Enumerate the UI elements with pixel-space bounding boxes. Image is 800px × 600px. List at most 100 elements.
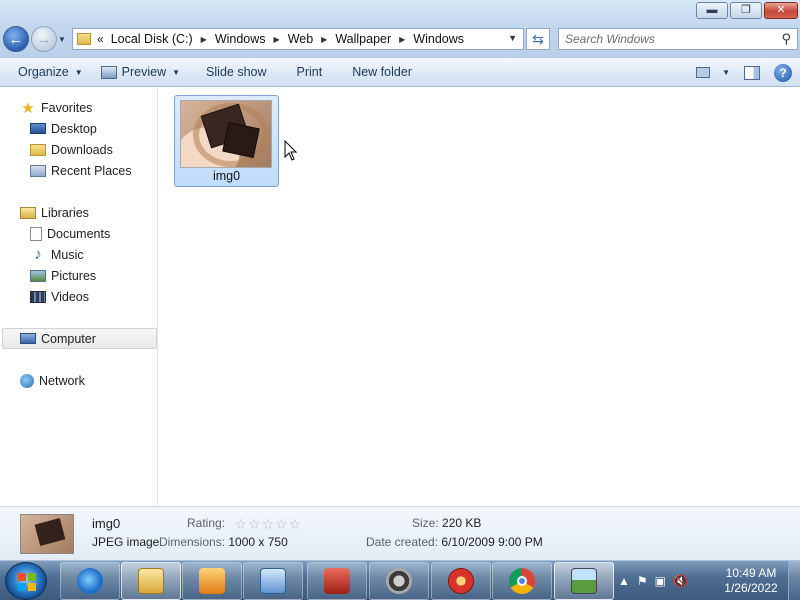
forward-button[interactable]: → — [31, 26, 57, 52]
address-dropdown-icon[interactable]: ▼ — [508, 33, 517, 43]
close-button[interactable]: ✕ — [764, 2, 798, 19]
nav-desktop[interactable]: Desktop — [30, 119, 97, 138]
print-button[interactable]: Print — [288, 58, 332, 87]
nav-pictures[interactable]: Pictures — [30, 266, 96, 285]
star-outline-icon[interactable]: ☆ — [248, 516, 261, 533]
dimensions-value: 1000 x 750 — [228, 535, 288, 549]
organize-label: Organize — [18, 65, 69, 79]
taskbar-burner-app[interactable] — [431, 562, 491, 600]
search-icon[interactable]: ⚲ — [781, 31, 791, 47]
photo-viewer-icon — [571, 568, 597, 594]
taskbar-photo-viewer[interactable] — [554, 562, 614, 600]
clock[interactable]: 10:49 AM 1/26/2022 — [716, 566, 786, 596]
star-outline-icon[interactable]: ☆ — [262, 516, 275, 533]
volume-muted-icon[interactable]: 🔇 — [673, 574, 688, 588]
search-box[interactable]: ⚲ — [558, 28, 798, 50]
taskbar-toolbox[interactable] — [307, 562, 367, 600]
minimize-button[interactable]: ▬ — [696, 2, 728, 19]
downloads-folder-icon — [30, 143, 46, 156]
breadcrumb-windows-current[interactable]: Windows — [413, 32, 464, 46]
image-thumbnail — [180, 100, 272, 168]
start-button[interactable] — [5, 562, 47, 600]
preview-icon — [100, 65, 117, 79]
back-button[interactable]: ← — [3, 26, 29, 52]
show-hidden-icons-icon[interactable]: ▲ — [618, 574, 630, 588]
refresh-button[interactable]: ⇆ — [526, 28, 550, 50]
nav-music-label: Music — [51, 247, 84, 262]
star-outline-icon[interactable]: ☆ — [275, 516, 288, 533]
new-folder-label: New folder — [352, 65, 412, 79]
nav-recent-label: Recent Places — [51, 163, 132, 178]
file-list[interactable]: img0 — [159, 88, 800, 506]
dimensions-label: Dimensions: — [159, 535, 226, 549]
nav-network[interactable]: Network — [20, 371, 85, 390]
chevron-down-icon: ▼ — [172, 67, 181, 77]
network-icon — [20, 373, 34, 388]
chevron-right-icon[interactable]: ▶ — [321, 35, 327, 44]
nav-documents[interactable]: Documents — [30, 224, 110, 243]
show-desktop-button[interactable] — [788, 561, 800, 600]
organize-button[interactable]: Organize ▼ — [9, 58, 92, 87]
breadcrumb-overflow[interactable]: « — [97, 32, 104, 46]
help-icon[interactable]: ? — [774, 63, 792, 82]
nav-downloads[interactable]: Downloads — [30, 140, 113, 159]
slideshow-button[interactable]: Slide show — [197, 58, 275, 87]
details-size: Size: 220 KB — [412, 516, 481, 530]
nav-pictures-label: Pictures — [51, 268, 97, 283]
breadcrumb-wallpaper[interactable]: Wallpaper — [335, 32, 391, 46]
chrome-icon — [509, 568, 535, 594]
slideshow-label: Slide show — [206, 65, 267, 79]
taskbar-media-player[interactable] — [182, 562, 242, 600]
command-bar: Organize ▼ Preview ▼ Slide show Print Ne… — [0, 58, 800, 87]
details-rating[interactable]: Rating: ☆ ☆ ☆ ☆ ☆ — [187, 516, 301, 533]
raccoon-app-icon — [386, 568, 412, 594]
chevron-right-icon[interactable]: ▶ — [201, 35, 207, 44]
details-file-type: JPEG image — [92, 535, 160, 549]
breadcrumb-local-disk[interactable]: Local Disk (C:) — [111, 32, 193, 46]
preview-pane-icon[interactable] — [744, 65, 760, 80]
nav-computer[interactable]: Computer — [2, 328, 157, 349]
chevron-right-icon[interactable]: ▶ — [399, 35, 405, 44]
taskbar-windows-explorer[interactable] — [121, 562, 181, 600]
network-status-icon[interactable]: ▣ — [655, 574, 666, 588]
music-note-icon: ♪ — [34, 246, 42, 263]
nav-recent-places[interactable]: Recent Places — [30, 161, 132, 180]
recent-pages-dropdown[interactable]: ▼ — [58, 35, 66, 44]
mouse-cursor-icon — [284, 140, 298, 161]
clock-time: 10:49 AM — [725, 566, 777, 580]
breadcrumb-windows[interactable]: Windows — [215, 32, 266, 46]
chevron-right-icon[interactable]: ▶ — [274, 35, 280, 44]
star-outline-icon[interactable]: ☆ — [234, 516, 247, 533]
details-pane: img0 JPEG image Rating: ☆ ☆ ☆ ☆ ☆ Dimens… — [0, 506, 800, 560]
details-date-created: Date created: 6/10/2009 9:00 PM — [366, 535, 543, 549]
taskbar-internet-explorer[interactable] — [60, 562, 120, 600]
nav-libraries[interactable]: Libraries — [20, 203, 89, 222]
nav-favorites-label: Favorites — [41, 100, 93, 115]
taskbar-control-panel[interactable] — [243, 562, 303, 600]
file-item[interactable]: img0 — [174, 95, 298, 187]
breadcrumb-web[interactable]: Web — [288, 32, 313, 46]
maximize-button[interactable]: ❐ — [730, 2, 762, 19]
action-center-flag-icon[interactable]: ⚑ — [637, 574, 648, 588]
nav-videos[interactable]: Videos — [30, 287, 89, 306]
toolbar-right: ▼ ? — [696, 58, 792, 87]
preview-button[interactable]: Preview ▼ — [92, 58, 189, 87]
change-view-button[interactable]: ▼ — [696, 67, 730, 78]
minimize-icon: ▬ — [706, 4, 718, 16]
rating-label: Rating: — [187, 516, 226, 530]
nav-music[interactable]: ♪ Music — [30, 245, 84, 264]
system-tray: ▲ ⚑ ▣ 🔇 — [618, 561, 688, 600]
details-dimensions: Dimensions: 1000 x 750 — [159, 535, 288, 549]
nav-videos-label: Videos — [51, 289, 89, 304]
nav-desktop-label: Desktop — [51, 121, 97, 136]
taskbar-chrome[interactable] — [492, 562, 552, 600]
search-input[interactable] — [565, 32, 782, 46]
nav-favorites[interactable]: ★ Favorites — [20, 98, 92, 117]
taskbar-raccoon-app[interactable] — [369, 562, 429, 600]
new-folder-button[interactable]: New folder — [343, 58, 421, 87]
star-outline-icon[interactable]: ☆ — [289, 516, 302, 533]
address-bar[interactable]: « Local Disk (C:) ▶ Windows ▶ Web ▶ Wall… — [72, 28, 524, 50]
rating-stars[interactable]: ☆ ☆ ☆ ☆ ☆ — [234, 516, 301, 533]
chevron-down-icon: ▼ — [74, 67, 83, 77]
recent-places-icon — [30, 164, 46, 177]
